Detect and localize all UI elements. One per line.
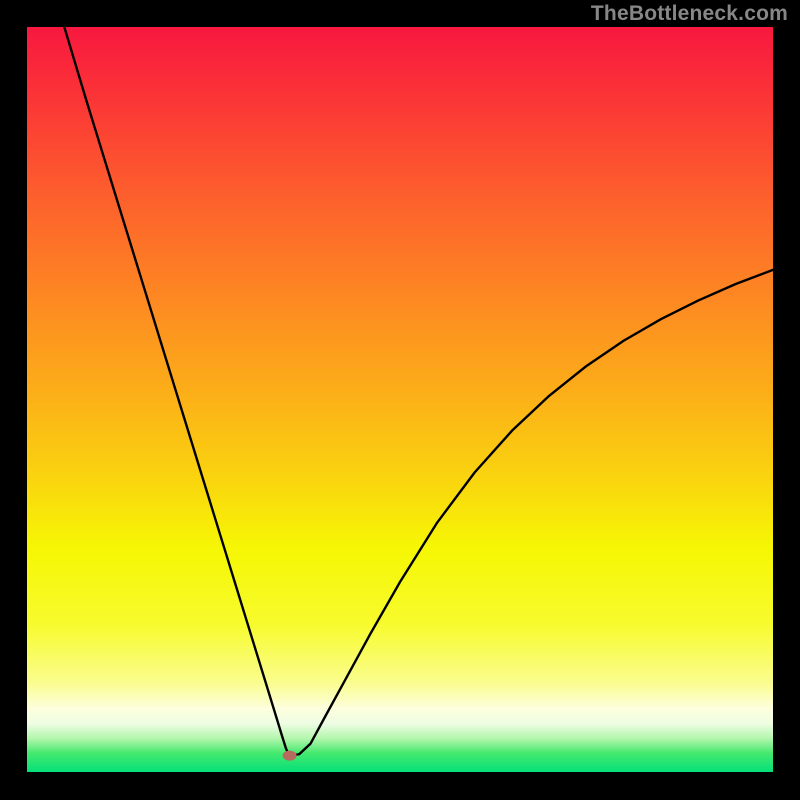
watermark-label: TheBottleneck.com — [591, 2, 788, 26]
plot-area — [27, 27, 773, 772]
bottleneck-chart — [27, 27, 773, 772]
outer-frame: TheBottleneck.com — [0, 0, 800, 800]
